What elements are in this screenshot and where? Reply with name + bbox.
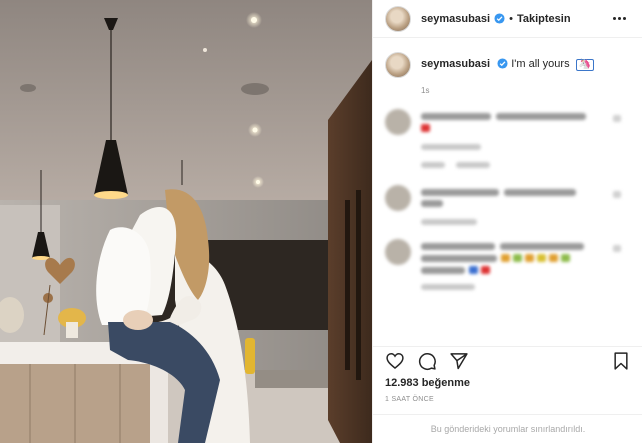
comment-avatar[interactable] bbox=[385, 109, 411, 135]
caption-time: 1s bbox=[421, 86, 430, 95]
post-header: seymasubasi • Takiptesin bbox=[373, 0, 642, 38]
post-side-panel: seymasubasi • Takiptesin seymasubasi I'm… bbox=[372, 0, 642, 443]
post-photo-image bbox=[0, 0, 372, 443]
caption-avatar[interactable] bbox=[385, 52, 411, 78]
comment-like-icon[interactable] bbox=[613, 245, 621, 252]
comment-icon[interactable] bbox=[417, 351, 437, 371]
comment-like-icon[interactable] bbox=[613, 191, 621, 198]
caption: seymasubasi I'm all yours 🦄 bbox=[385, 52, 631, 78]
follow-status-button[interactable]: Takiptesin bbox=[517, 13, 571, 25]
verified-icon bbox=[494, 13, 505, 24]
comment-item bbox=[385, 185, 631, 225]
post-age: 1 SAAT ÖNCE bbox=[385, 396, 434, 403]
comment-avatar[interactable] bbox=[385, 185, 411, 211]
caption-username[interactable]: seymasubasi bbox=[421, 58, 490, 70]
username-link[interactable]: seymasubasi bbox=[421, 13, 490, 25]
comment-item bbox=[385, 239, 631, 290]
avatar[interactable] bbox=[385, 5, 411, 32]
comment-item bbox=[385, 109, 631, 171]
like-count[interactable]: 12.983 beğenme bbox=[385, 377, 470, 389]
caption-text: I'm all yours bbox=[511, 58, 570, 70]
comment-avatar[interactable] bbox=[385, 239, 411, 265]
more-icon[interactable] bbox=[609, 13, 630, 24]
verified-icon bbox=[497, 58, 508, 69]
separator-dot: • bbox=[509, 12, 513, 25]
instagram-post: seymasubasi • Takiptesin seymasubasi I'm… bbox=[0, 0, 642, 443]
heart-icon[interactable] bbox=[385, 351, 405, 371]
share-icon[interactable] bbox=[449, 351, 469, 371]
bookmark-icon[interactable] bbox=[611, 351, 631, 371]
post-photo[interactable] bbox=[0, 0, 372, 443]
post-actions bbox=[373, 346, 642, 374]
unicorn-emoji-icon: 🦄 bbox=[575, 59, 595, 71]
comment-like-icon[interactable] bbox=[613, 115, 621, 122]
comments-restricted-notice: Bu gönderideki yorumlar sınırlandırıldı. bbox=[373, 414, 642, 443]
comments-section: seymasubasi I'm all yours 🦄 1s bbox=[373, 52, 642, 342]
